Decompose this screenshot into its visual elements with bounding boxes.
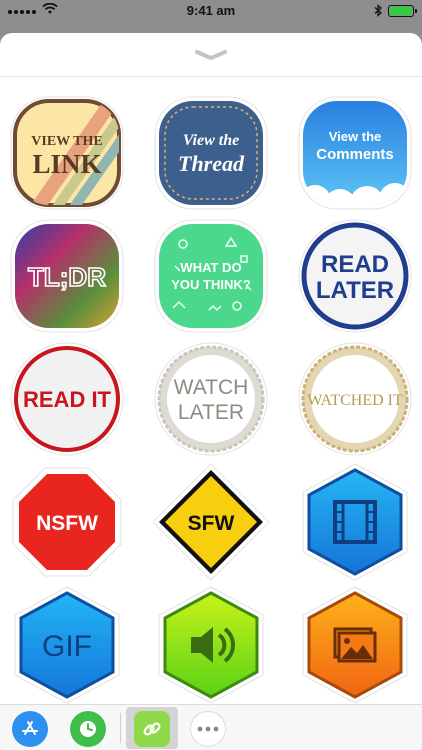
sticker-sfw-label: SFW xyxy=(188,512,235,535)
sticker-gif[interactable]: GIF xyxy=(7,585,127,705)
link-icon xyxy=(143,722,161,736)
sticker-read-later[interactable]: READ LATER xyxy=(295,216,415,336)
sticker-read-it-label: READ IT xyxy=(23,387,112,412)
sticker-what-do-you-think-line1: WHAT DO xyxy=(180,260,241,275)
sticker-view-the-link-line1: VIEW THE xyxy=(31,134,102,149)
sticker-read-later-line2: LATER xyxy=(316,277,394,304)
sticker-grid: VIEW THE LINK View the Thread View the C… xyxy=(0,83,422,704)
dock-item-link-stickers[interactable] xyxy=(134,711,170,747)
sticker-sfw[interactable]: SFW xyxy=(151,462,271,582)
sticker-read-it[interactable]: READ IT xyxy=(7,339,127,459)
sticker-tldr-label: TL;DR xyxy=(28,262,106,292)
sticker-picture[interactable] xyxy=(295,585,415,705)
sticker-film[interactable] xyxy=(295,462,415,582)
sticker-nsfw[interactable]: NSFW xyxy=(7,462,127,582)
dock-item-more[interactable] xyxy=(190,711,226,747)
sticker-view-the-comments[interactable]: View the Comments xyxy=(295,93,415,213)
sticker-view-the-comments-line2: Comments xyxy=(316,146,394,163)
sticker-watched-it-label: WATCHED IT xyxy=(307,392,403,409)
sticker-view-the-link-line2: LINK xyxy=(32,149,101,179)
sticker-nsfw-label: NSFW xyxy=(36,512,98,535)
sticker-watched-it[interactable]: WATCHED IT xyxy=(295,339,415,459)
dock-item-recents[interactable] xyxy=(70,711,106,747)
status-time: 9:41 am xyxy=(186,3,236,18)
sticker-what-do-you-think[interactable]: WHAT DO YOU THINK? xyxy=(151,216,271,336)
app-drawer xyxy=(0,704,422,750)
sticker-watch-later[interactable]: WATCH LATER xyxy=(151,339,271,459)
sticker-view-the-link[interactable]: VIEW THE LINK xyxy=(7,93,127,213)
clock-icon xyxy=(80,721,96,737)
bluetooth-icon xyxy=(374,4,382,17)
sticker-view-the-thread-line1: View the xyxy=(183,132,239,149)
dock-divider xyxy=(120,713,121,743)
chevron-down-icon[interactable] xyxy=(194,49,228,61)
sticker-watch-later-line2: LATER xyxy=(178,401,244,424)
sheet-grabber[interactable] xyxy=(0,33,422,77)
picture-icon xyxy=(333,627,377,663)
app-store-icon xyxy=(22,721,38,735)
sticker-tldr[interactable]: TL;DR xyxy=(7,216,127,336)
sticker-sound[interactable] xyxy=(151,585,271,705)
sticker-view-the-thread[interactable]: View the Thread xyxy=(151,93,271,213)
sticker-read-later-line1: READ xyxy=(321,251,389,278)
sticker-gif-label: GIF xyxy=(42,630,92,663)
sticker-sheet: VIEW THE LINK View the Thread View the C… xyxy=(0,33,422,750)
sticker-what-do-you-think-line2: YOU THINK? xyxy=(171,277,251,292)
dock-item-app-store[interactable] xyxy=(12,711,48,747)
sticker-watch-later-line1: WATCH xyxy=(174,376,249,399)
status-bar: 9:41 am xyxy=(0,0,422,22)
more-icon xyxy=(197,726,219,732)
sticker-view-the-comments-line1: View the xyxy=(329,129,382,144)
sticker-view-the-thread-line2: Thread xyxy=(178,151,245,176)
battery-icon xyxy=(388,4,417,17)
status-right xyxy=(374,4,417,17)
